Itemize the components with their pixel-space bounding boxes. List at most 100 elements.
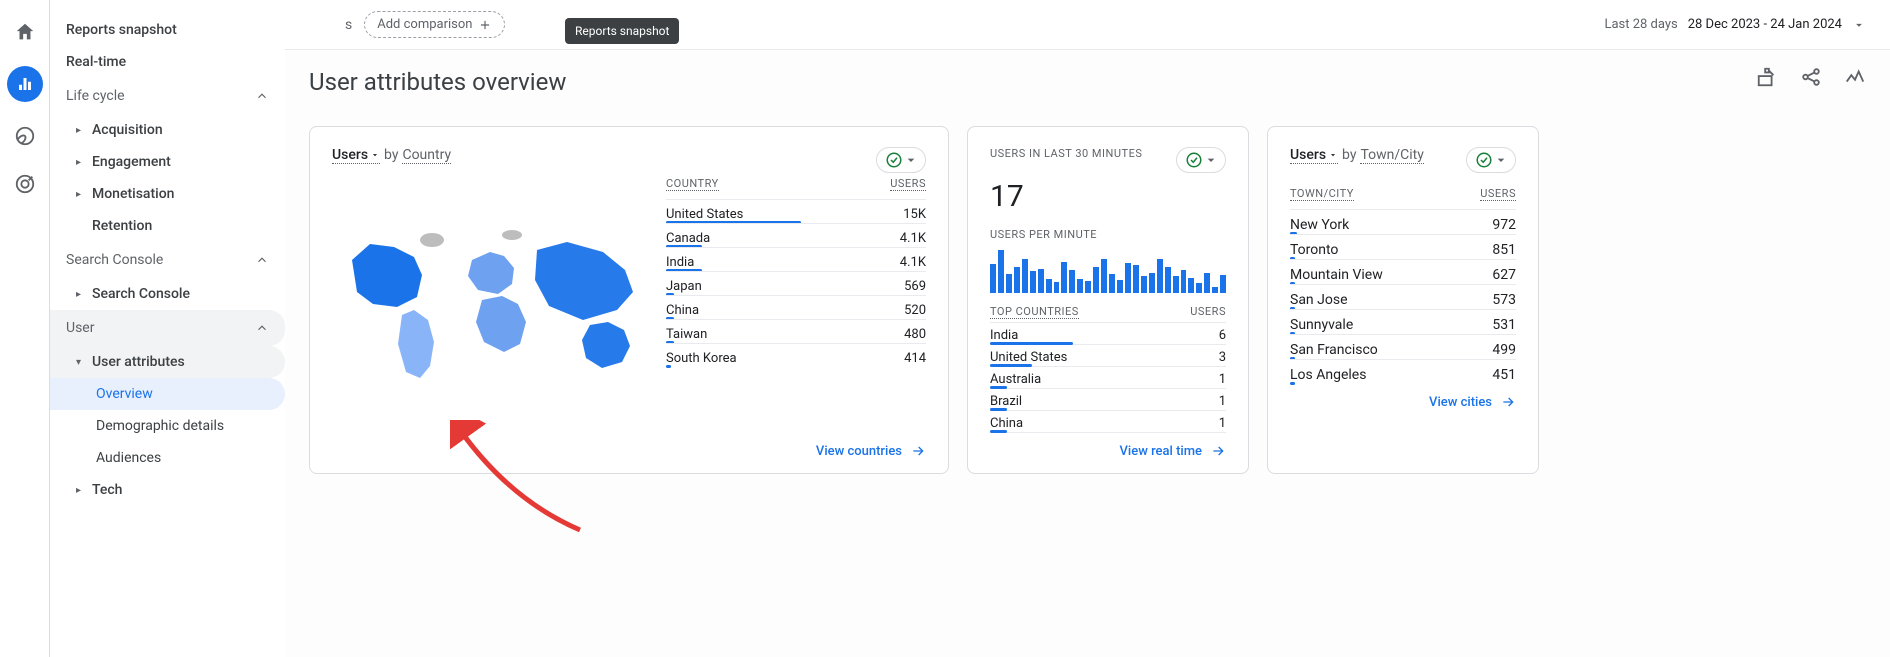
sidebar-section-search-console[interactable]: Search Console: [50, 242, 285, 278]
table-row[interactable]: Mountain View627: [1290, 259, 1516, 284]
spark-bar: [1117, 280, 1123, 293]
metric-label: Users: [332, 147, 368, 163]
metric-dropdown[interactable]: Users: [1290, 147, 1338, 164]
customise-report-icon[interactable]: [1756, 66, 1778, 92]
table-row[interactable]: Japan569: [666, 271, 926, 295]
spark-bar: [1085, 281, 1091, 293]
sidebar-item-search-console[interactable]: ▸ Search Console: [50, 278, 285, 310]
dimension-link[interactable]: Country: [402, 147, 451, 164]
advertising-icon[interactable]: [11, 170, 39, 198]
by-word: by: [1342, 147, 1356, 163]
date-range-label: Last 28 days: [1604, 17, 1677, 32]
sidebar-item-monetisation[interactable]: ▸Monetisation: [50, 178, 285, 210]
row-name: China: [666, 303, 699, 318]
card-users-by-country: Users by Country: [309, 126, 949, 474]
metric-label: Users: [1290, 147, 1326, 163]
dimension-link[interactable]: Town/City: [1360, 147, 1423, 164]
sidebar-sub-demographic-details[interactable]: Demographic details: [50, 410, 285, 442]
spark-bar: [1030, 271, 1036, 293]
card-quality-pill[interactable]: [1466, 147, 1516, 173]
caret-right-icon: ▸: [76, 189, 84, 200]
add-comparison-button[interactable]: Add comparison: [364, 11, 505, 38]
date-range-value: 28 Dec 2023 - 24 Jan 2024: [1688, 17, 1842, 32]
table-header-metric: USERS: [1480, 187, 1516, 201]
spark-bar: [1212, 287, 1218, 293]
checkmark-circle-icon: [1475, 151, 1493, 169]
footer-label: View real time: [1120, 444, 1202, 459]
table-row[interactable]: China1: [990, 411, 1226, 433]
spark-bar: [1204, 273, 1210, 293]
card-users-by-city: Users by Town/City TOWN/CITY USERS New Y…: [1267, 126, 1539, 474]
sidebar-section-lifecycle[interactable]: Life cycle: [50, 78, 285, 114]
explore-icon[interactable]: [11, 122, 39, 150]
table-row[interactable]: Australia1: [990, 367, 1226, 389]
date-range-picker[interactable]: Last 28 days 28 Dec 2023 - 24 Jan 2024: [1604, 17, 1866, 32]
footer-label: View countries: [816, 444, 902, 459]
caret-right-icon: ▸: [76, 289, 84, 300]
world-map-chart[interactable]: [332, 195, 652, 415]
sidebar-section-user[interactable]: User: [50, 310, 285, 346]
table-row[interactable]: Brazil1: [990, 389, 1226, 411]
table-row[interactable]: South Korea414: [666, 343, 926, 367]
per-minute-label: USERS PER MINUTE: [990, 228, 1226, 241]
spark-bar: [1220, 275, 1226, 293]
row-value: 531: [1492, 317, 1516, 333]
row-name: Taiwan: [666, 327, 707, 342]
table-row[interactable]: United States3: [990, 345, 1226, 367]
sidebar-sub-overview[interactable]: Overview: [50, 378, 285, 410]
table-row[interactable]: San Jose573: [1290, 284, 1516, 309]
card-quality-pill[interactable]: [876, 147, 926, 173]
sidebar-item-label: User attributes: [92, 354, 185, 370]
home-icon[interactable]: [11, 18, 39, 46]
view-realtime-link[interactable]: View real time: [990, 443, 1226, 459]
row-name: Japan: [666, 279, 702, 294]
view-countries-link[interactable]: View countries: [332, 443, 926, 459]
sidebar-item-tech[interactable]: ▸Tech: [50, 474, 285, 506]
spark-bar: [1006, 274, 1012, 293]
row-name: Sunnyvale: [1290, 317, 1353, 333]
sidebar-reports-snapshot[interactable]: Reports snapshot: [50, 14, 285, 46]
chevron-down-icon: [1203, 152, 1219, 168]
arrow-right-icon: [1210, 443, 1226, 459]
sidebar-item-user-attributes[interactable]: ▾User attributes: [50, 346, 285, 378]
sidebar-item-acquisition[interactable]: ▸Acquisition: [50, 114, 285, 146]
spark-bar: [1173, 276, 1179, 293]
card-title: Users by Country: [332, 147, 451, 164]
sidebar-item-label: Search Console: [92, 286, 190, 302]
row-name: New York: [1290, 217, 1349, 233]
table-row[interactable]: China520: [666, 295, 926, 319]
row-name: United States: [666, 207, 743, 222]
toolbar: s Add comparison Last 28 days 28 Dec 202…: [285, 0, 1890, 50]
row-name: India: [666, 255, 694, 270]
top-countries-header: TOP COUNTRIES: [990, 305, 1079, 319]
table-row[interactable]: India4.1K: [666, 247, 926, 271]
table-row[interactable]: New York972: [1290, 209, 1516, 234]
table-row[interactable]: Taiwan480: [666, 319, 926, 343]
sidebar-item-label: Retention: [92, 218, 152, 234]
card-title: Users by Town/City: [1290, 147, 1424, 164]
reports-snapshot-tooltip: Reports snapshot: [565, 18, 679, 44]
table-row[interactable]: Toronto851: [1290, 234, 1516, 259]
insights-icon[interactable]: [1844, 66, 1866, 92]
city-rows: New York972Toronto851Mountain View627San…: [1290, 209, 1516, 384]
chevron-down-icon: [903, 152, 919, 168]
arrow-right-icon: [910, 443, 926, 459]
metric-dropdown[interactable]: Users: [332, 147, 380, 164]
sidebar-sub-audiences[interactable]: Audiences: [50, 442, 285, 474]
table-row[interactable]: Los Angeles451: [1290, 359, 1516, 384]
sidebar-item-engagement[interactable]: ▸Engagement: [50, 146, 285, 178]
table-row[interactable]: India6: [990, 323, 1226, 345]
table-header-dim: TOWN/CITY: [1290, 187, 1354, 201]
row-value: 851: [1492, 242, 1516, 258]
row-value: 1: [1219, 394, 1226, 409]
view-cities-link[interactable]: View cities: [1290, 394, 1516, 410]
table-row[interactable]: San Francisco499: [1290, 334, 1516, 359]
card-quality-pill[interactable]: [1176, 147, 1226, 173]
table-row[interactable]: Sunnyvale 531: [1290, 309, 1516, 334]
sidebar-item-retention[interactable]: Retention: [50, 210, 285, 242]
table-row[interactable]: Canada4.1K: [666, 223, 926, 247]
table-row[interactable]: United States15K: [666, 199, 926, 223]
share-icon[interactable]: [1800, 66, 1822, 92]
reports-icon[interactable]: [7, 66, 43, 102]
sidebar-realtime[interactable]: Real-time: [50, 46, 285, 78]
